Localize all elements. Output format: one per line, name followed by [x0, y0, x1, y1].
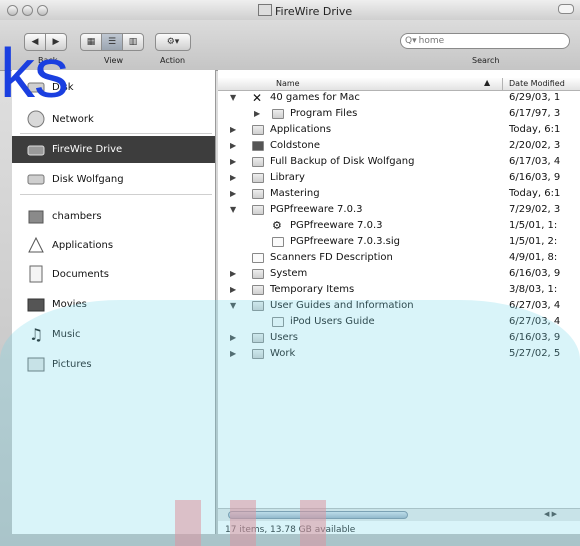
folder-icon	[252, 205, 264, 215]
list-item[interactable]: ▶ System 6/16/03, 9	[218, 267, 580, 283]
sidebar-item-applications[interactable]: Applications	[12, 232, 215, 258]
disclosure-closed-icon[interactable]: ▶	[230, 173, 236, 182]
system-folder-icon	[252, 269, 264, 279]
background-stripe	[175, 500, 201, 546]
installer-icon: ⚙	[272, 219, 282, 232]
x11-app-icon: ✕	[252, 91, 263, 105]
close-button[interactable]	[7, 5, 18, 16]
sidebar-divider	[20, 133, 212, 134]
applications-folder-icon	[252, 125, 264, 135]
name-column-header[interactable]: Name	[276, 79, 300, 88]
list-header: Name ▲ Date Modified	[218, 78, 580, 91]
list-item[interactable]: ⚙ PGPfreeware 7.0.3 1/5/01, 1:	[218, 219, 580, 235]
list-item[interactable]: ▶ Library 6/16/03, 9	[218, 171, 580, 187]
folder-icon	[252, 285, 264, 295]
background-stripe	[300, 500, 326, 546]
sidebar-item-documents[interactable]: Documents	[12, 261, 215, 287]
folder-icon	[272, 109, 284, 119]
search-label: Search	[472, 56, 500, 65]
list-item[interactable]: ▶ Coldstone 2/20/02, 3	[218, 139, 580, 155]
overlay-text: ks	[0, 34, 69, 112]
disclosure-open-icon[interactable]: ▼	[230, 93, 236, 102]
background-wash	[0, 300, 580, 546]
view-label: View	[104, 56, 123, 65]
drive-icon	[26, 141, 46, 159]
coldstone-folder-icon	[252, 141, 264, 151]
sidebar-item-label: Disk Wolfgang	[52, 173, 124, 185]
document-icon	[272, 237, 284, 247]
folder-icon	[258, 4, 272, 16]
sidebar-item-label: chambers	[52, 210, 102, 222]
sidebar-item-label: Applications	[52, 239, 114, 251]
disclosure-open-icon[interactable]: ▼	[230, 205, 236, 214]
apps-icon	[26, 236, 46, 254]
folder-icon	[252, 157, 264, 167]
column-divider[interactable]	[502, 78, 503, 90]
date-column-header[interactable]: Date Modified	[509, 79, 565, 88]
disclosure-closed-icon[interactable]: ▶	[230, 141, 236, 150]
action-label: Action	[160, 56, 186, 65]
drive-icon	[26, 170, 46, 188]
list-item[interactable]: ▶ Temporary Items 3/8/03, 1:	[218, 283, 580, 299]
list-item[interactable]: ▶ Program Files 6/17/97, 3	[218, 107, 580, 123]
list-item[interactable]: PGPfreeware 7.0.3.sig 1/5/01, 2:	[218, 235, 580, 251]
toolbar: ◀ ▶ ▦ ☰ ▥ ⚙▾ Back View Action Q▾ Search	[0, 20, 580, 71]
gear-icon: ⚙▾	[166, 37, 180, 47]
sidebar-item-disk-wolfgang[interactable]: Disk Wolfgang	[12, 166, 215, 192]
column-view-icon: ▥	[128, 37, 138, 47]
search-input[interactable]	[416, 36, 551, 46]
list-item[interactable]: ▶ Full Backup of Disk Wolfgang 6/17/03, …	[218, 155, 580, 171]
sidebar-item-firewire-drive[interactable]: FireWire Drive	[12, 136, 215, 163]
disclosure-closed-icon[interactable]: ▶	[230, 285, 236, 294]
finder-window: FireWire Drive ◀ ▶ ▦ ☰ ▥ ⚙▾ Back View Ac…	[0, 0, 580, 546]
disclosure-closed-icon[interactable]: ▶	[230, 269, 236, 278]
icon-view-button[interactable]: ▦	[80, 33, 102, 51]
disclosure-closed-icon[interactable]: ▶	[230, 157, 236, 166]
sidebar-item-label: Network	[52, 113, 94, 125]
library-folder-icon	[252, 173, 264, 183]
background-stripe	[230, 500, 256, 546]
sidebar-divider	[20, 194, 212, 195]
list-item[interactable]: Scanners FD Description 4/9/01, 8:	[218, 251, 580, 267]
sidebar-item-label: FireWire Drive	[52, 144, 123, 155]
list-item[interactable]: ▶ Applications Today, 6:1	[218, 123, 580, 139]
window-title: FireWire Drive	[258, 4, 352, 18]
list-view-icon: ☰	[107, 37, 117, 47]
sort-ascending-icon: ▲	[484, 78, 491, 87]
minimize-button[interactable]	[22, 5, 33, 16]
folder-icon	[252, 189, 264, 199]
list-item[interactable]: ▼ ✕ 40 games for Mac 6/29/03, 1	[218, 91, 580, 107]
title-bar: FireWire Drive	[0, 0, 580, 20]
disclosure-closed-icon[interactable]: ▶	[230, 125, 236, 134]
toolbar-toggle-button[interactable]	[558, 4, 574, 14]
movie-icon	[26, 295, 46, 313]
list-item[interactable]: ▶ Mastering Today, 6:1	[218, 187, 580, 203]
globe-icon	[26, 110, 46, 128]
action-button[interactable]: ⚙▾	[155, 33, 191, 51]
zoom-button[interactable]	[37, 5, 48, 16]
column-view-button[interactable]: ▥	[122, 33, 144, 51]
document-icon	[252, 253, 264, 263]
disclosure-closed-icon[interactable]: ▶	[230, 189, 236, 198]
list-view-button[interactable]: ☰	[101, 33, 123, 51]
sidebar-item-chambers[interactable]: chambers	[12, 203, 215, 229]
disclosure-closed-icon[interactable]: ▶	[254, 109, 260, 118]
icon-view-icon: ▦	[86, 37, 96, 47]
magnifier-icon: Q▾	[405, 36, 417, 46]
search-field[interactable]: Q▾	[400, 33, 570, 49]
sidebar-item-label: Documents	[52, 268, 110, 280]
home-icon	[26, 207, 46, 225]
list-item[interactable]: ▼ PGPfreeware 7.0.3 7/29/02, 3	[218, 203, 580, 219]
document-icon	[26, 265, 46, 283]
